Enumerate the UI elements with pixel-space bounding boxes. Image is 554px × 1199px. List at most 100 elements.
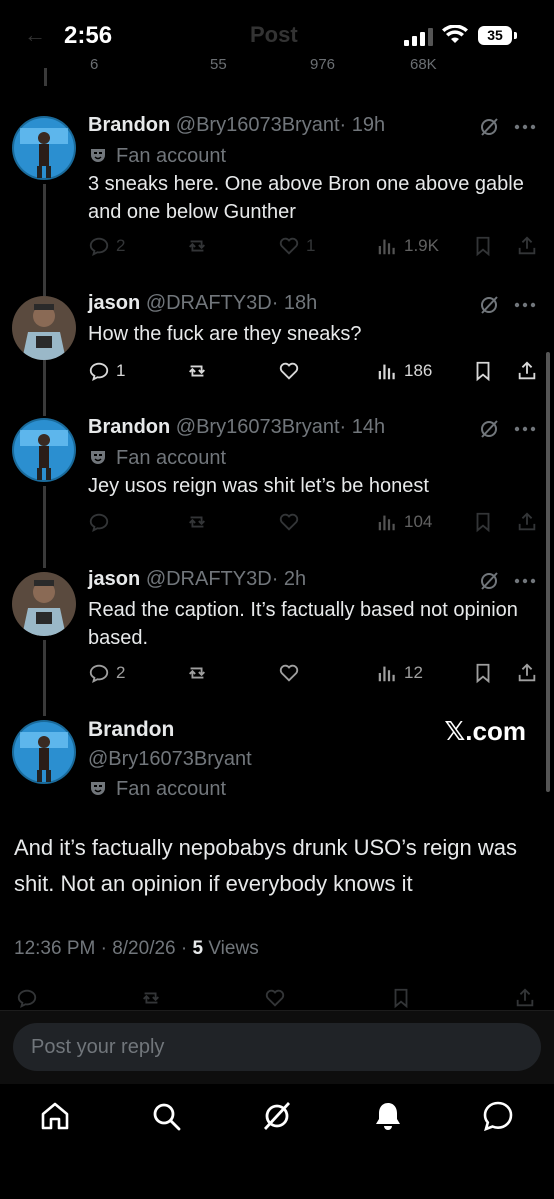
share-button[interactable] (516, 661, 538, 685)
post-text: Jey usos reign was shit let’s be honest (88, 475, 429, 497)
bookmark-button[interactable] (472, 510, 494, 534)
theater-masks-icon (91, 451, 105, 464)
repost-button[interactable] (186, 359, 214, 383)
author-handle[interactable]: @Bry16073Bryant (176, 114, 340, 136)
grok-icon[interactable] (478, 116, 500, 138)
grok-icon[interactable] (478, 418, 500, 440)
post-time: · 19h (339, 114, 386, 136)
theater-masks-icon (91, 782, 105, 795)
post-text: Read the caption. It’s factually based n… (88, 599, 518, 649)
signal-icon (404, 28, 433, 46)
repost-icon (189, 667, 205, 679)
view-count: 104 (404, 512, 433, 531)
bookmark-icon (476, 512, 490, 533)
share-button[interactable] (516, 359, 538, 383)
reply-count: 2 (116, 663, 126, 682)
repost-button[interactable] (186, 510, 214, 534)
heart-icon (279, 513, 299, 531)
author-handle[interactable]: @Bry16073Bryant (88, 748, 538, 771)
reply-button[interactable]: 1 (88, 359, 125, 383)
more-icon[interactable] (514, 302, 536, 308)
fan-account-label: Fan account (116, 446, 227, 469)
reply-button[interactable] (88, 510, 116, 534)
share-icon (518, 512, 536, 531)
repost-button[interactable] (186, 661, 214, 685)
tab-messages[interactable] (480, 1098, 516, 1134)
repost-icon (189, 516, 205, 528)
reply-button[interactable]: 2 (88, 234, 125, 258)
home-icon (41, 1102, 69, 1130)
bookmark-button[interactable] (472, 359, 494, 383)
post-actions: 2 1 1.9K (88, 234, 540, 258)
author-name[interactable]: Brandon (88, 416, 170, 438)
view-count: 12 (404, 663, 423, 682)
repost-button[interactable] (140, 986, 162, 1010)
views-button[interactable]: 12 (376, 661, 423, 685)
tab-home[interactable] (37, 1098, 73, 1134)
heart-icon (265, 989, 285, 1007)
bookmark-button[interactable] (390, 986, 412, 1010)
post-time: · 14h (339, 416, 386, 438)
share-icon (516, 988, 534, 1007)
more-icon[interactable] (514, 124, 536, 130)
reply-button[interactable]: 2 (88, 661, 125, 685)
views-button[interactable]: 186 (376, 359, 432, 383)
author-name[interactable]: Brandon (88, 114, 170, 136)
grok-icon[interactable] (478, 294, 500, 316)
like-button[interactable] (278, 661, 306, 685)
share-button[interactable] (514, 986, 536, 1010)
like-button[interactable] (264, 986, 286, 1010)
avatar[interactable] (12, 116, 76, 180)
share-button[interactable] (516, 234, 538, 258)
thread-line (43, 360, 46, 416)
back-arrow-icon[interactable]: ← (24, 22, 46, 48)
avatar[interactable] (12, 720, 76, 784)
view-count: 186 (404, 361, 433, 380)
tab-search[interactable] (148, 1098, 184, 1134)
share-button[interactable] (516, 510, 538, 534)
scrollbar[interactable] (546, 352, 550, 792)
repost-icon (143, 992, 159, 1004)
author-handle[interactable]: @Bry16073Bryant (176, 416, 340, 438)
post-actions: 104 (88, 510, 540, 534)
repost-button[interactable] (186, 234, 214, 258)
reply-button[interactable] (16, 986, 38, 1010)
reply-icon (89, 513, 109, 532)
bookmark-button[interactable] (472, 234, 494, 258)
battery-tip (514, 32, 517, 39)
like-count: 976 (310, 56, 336, 73)
avatar[interactable] (12, 418, 76, 482)
previous-post-actions: 6 55 976 68K (0, 56, 554, 78)
like-button[interactable]: 1 (278, 234, 315, 258)
avatar[interactable] (12, 296, 76, 360)
post-time: · 18h (271, 292, 318, 314)
like-button[interactable] (278, 510, 306, 534)
bottom-tab-bar (0, 1084, 554, 1199)
tab-grok[interactable] (259, 1098, 295, 1134)
bookmark-button[interactable] (472, 661, 494, 685)
share-icon (518, 663, 536, 682)
views-button[interactable]: 1.9K (376, 234, 439, 258)
tab-notifications[interactable] (370, 1098, 406, 1134)
grok-icon (263, 1102, 291, 1130)
fan-account-badge: Fan account (88, 446, 538, 470)
views-label: Views (203, 938, 259, 959)
avatar[interactable] (12, 572, 76, 636)
like-button[interactable] (278, 359, 306, 383)
reply-input[interactable] (13, 1023, 541, 1071)
repost-count: 55 (210, 56, 227, 73)
post-actions: 2 12 (88, 661, 540, 685)
author-handle[interactable]: @DRAFTY3D (146, 568, 272, 590)
repost-icon (189, 240, 205, 252)
post-time: · 2h (271, 568, 307, 590)
main-post-actions (0, 986, 554, 1010)
heart-icon (279, 664, 299, 682)
author-name[interactable]: jason (88, 568, 140, 590)
grok-icon[interactable] (478, 570, 500, 592)
reply-count: 2 (116, 236, 126, 255)
author-name[interactable]: jason (88, 292, 140, 314)
author-handle[interactable]: @DRAFTY3D (146, 292, 272, 314)
views-button[interactable]: 104 (376, 510, 432, 534)
more-icon[interactable] (514, 578, 536, 584)
more-icon[interactable] (514, 426, 536, 432)
